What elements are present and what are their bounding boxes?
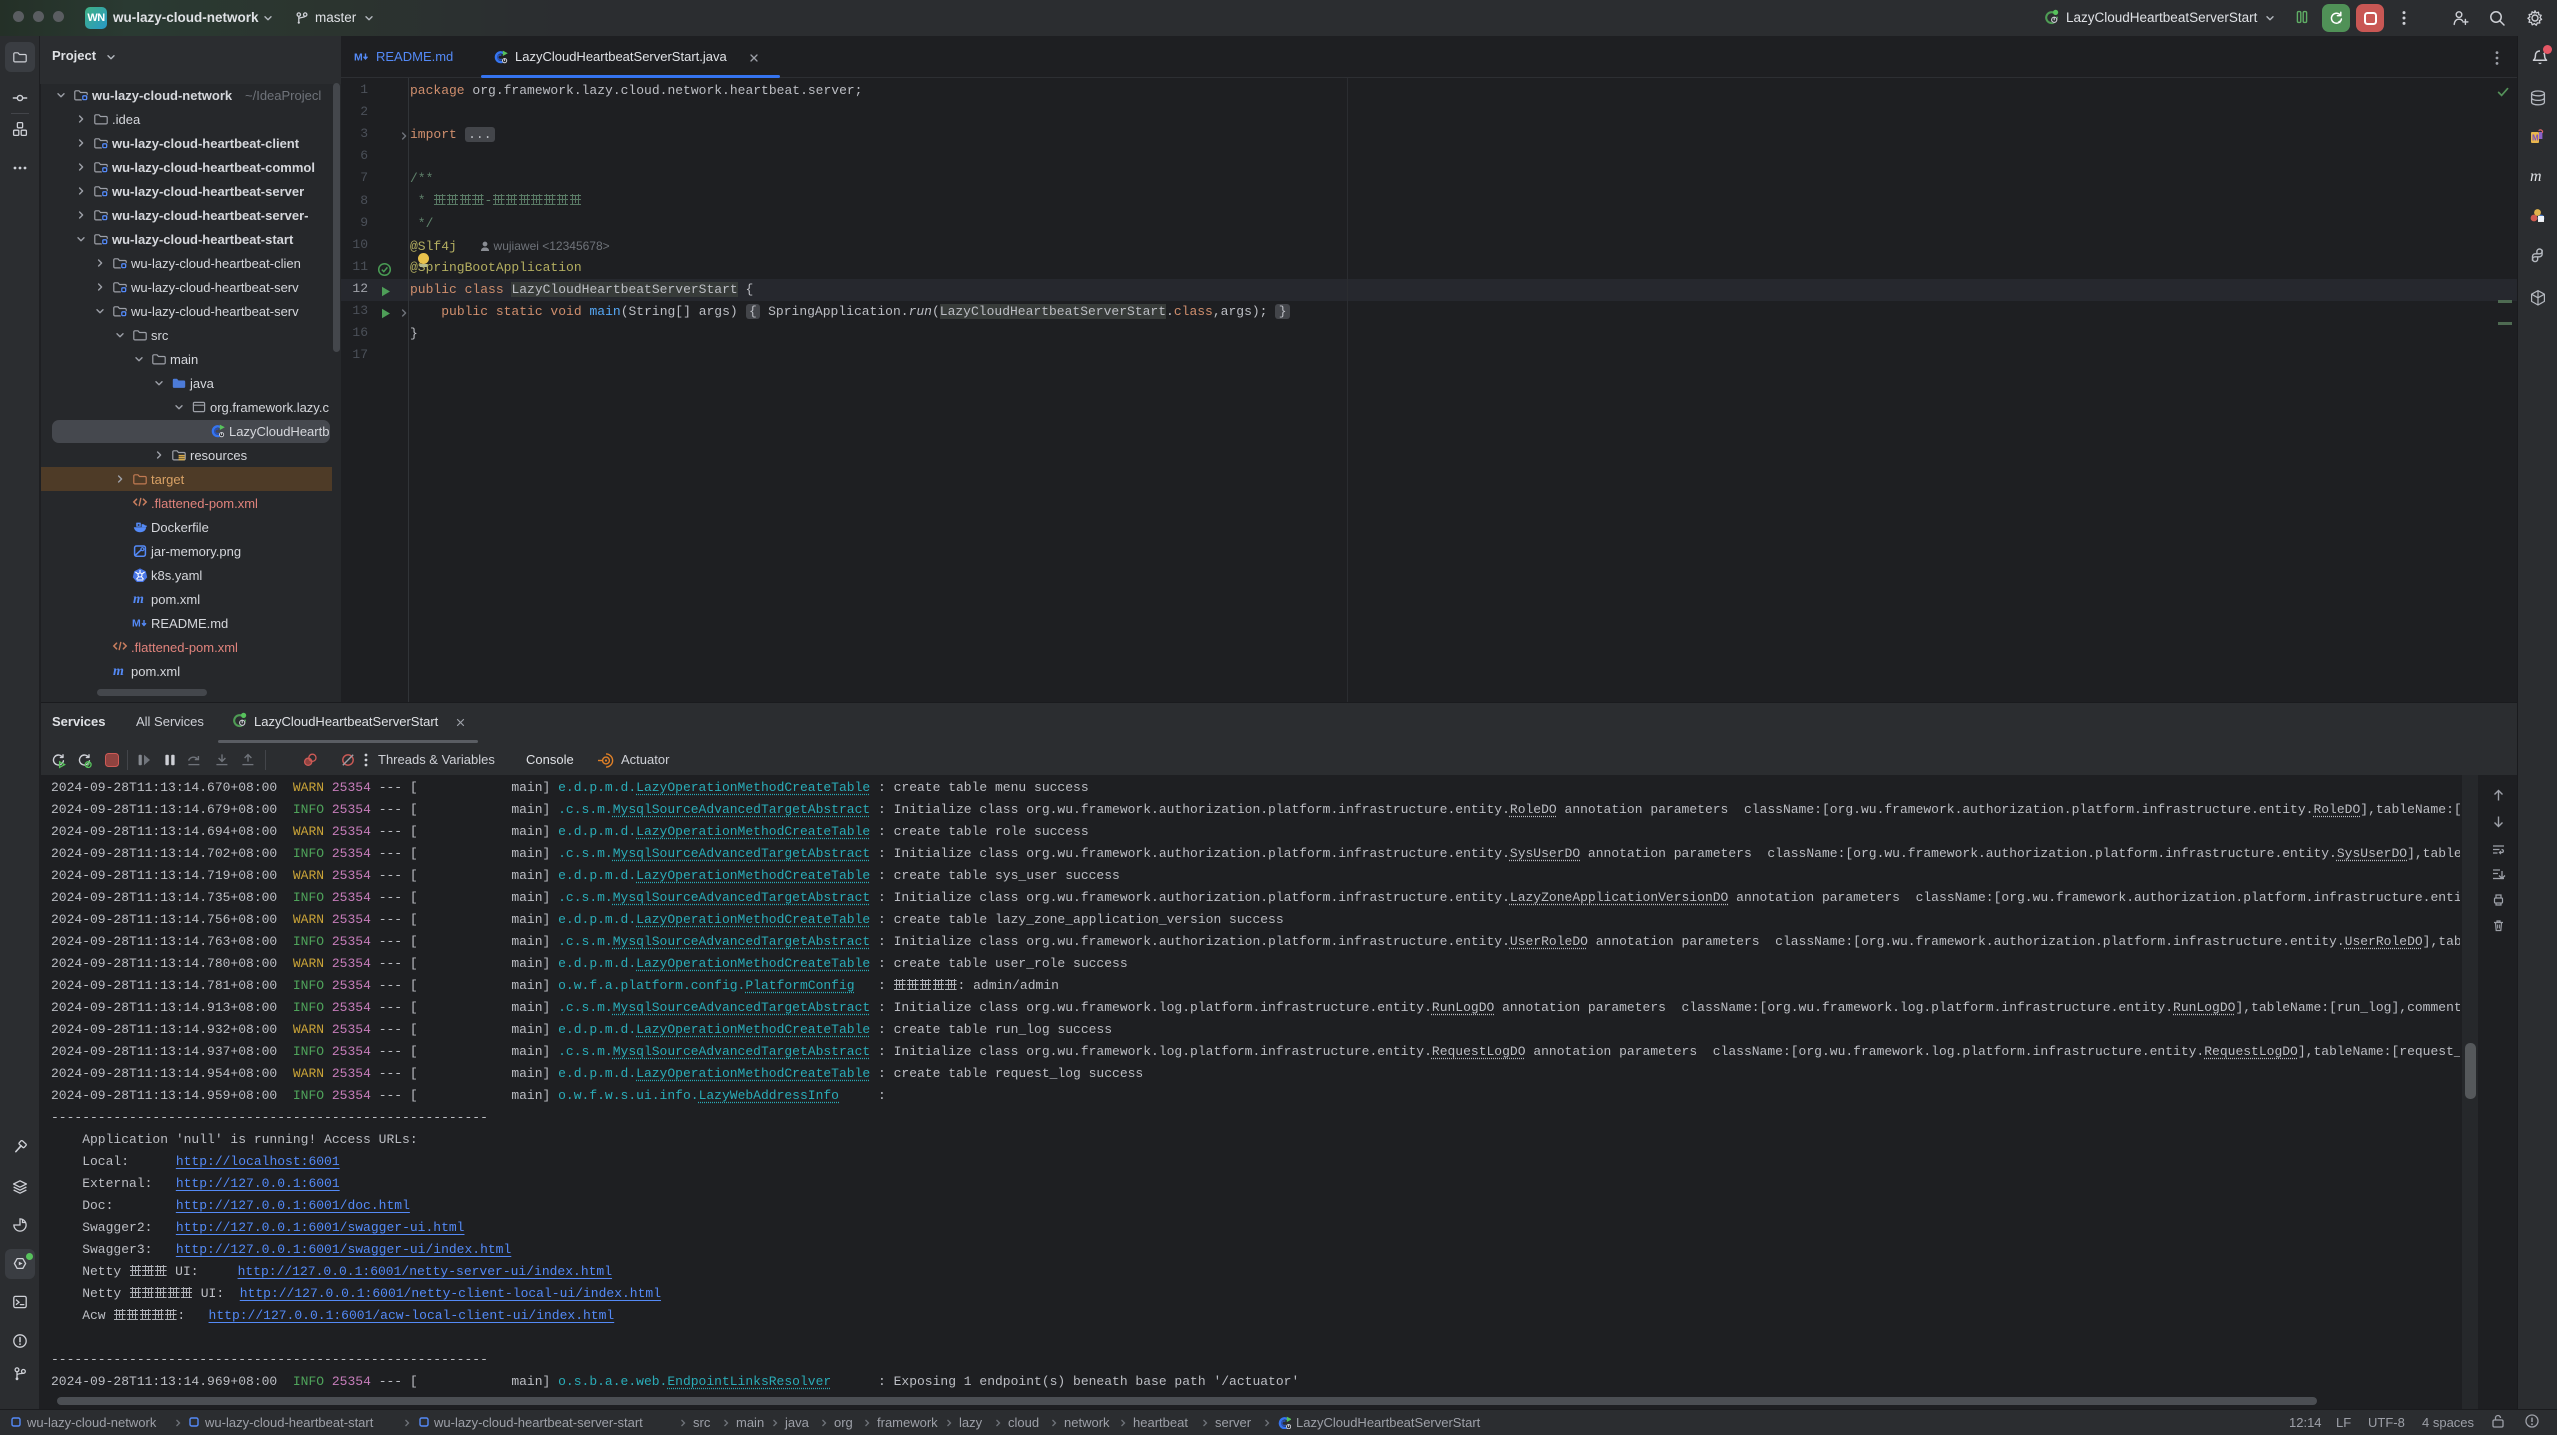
svg-text:M: M <box>2532 134 2539 143</box>
svg-text:M: M <box>132 618 141 630</box>
svg-text:m: m <box>2530 168 2542 185</box>
svg-text:m: m <box>113 664 124 679</box>
svg-text:m: m <box>133 592 144 607</box>
svg-text:M: M <box>354 52 363 64</box>
